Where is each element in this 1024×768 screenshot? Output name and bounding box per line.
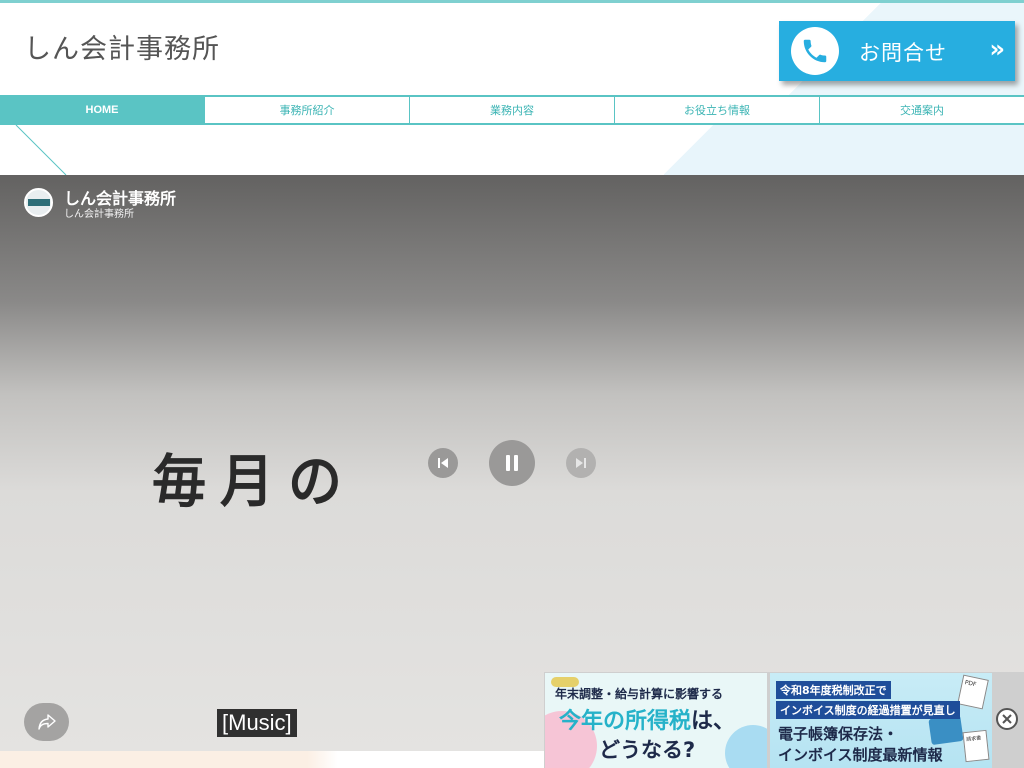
nav-item-office[interactable]: 事務所紹介 [204,97,409,123]
ad-right-line1: 令和8年度税制改正で [776,681,891,699]
banner-diagonal-line [15,125,67,175]
share-icon [37,714,56,730]
contact-label: お問合せ [859,41,947,65]
ad-invoice[interactable]: PDF 請求書 令和8年度税制改正で インボイス制度の経過措置が見直し 電子帳簿… [770,673,992,768]
ad-left-line2: 今年の所得税は、 [559,703,735,735]
share-button[interactable] [24,703,69,741]
next-button[interactable] [566,448,596,478]
folder-icon [928,714,964,746]
ad-income-tax[interactable]: 年末調整・給与計算に影響する 今年の所得税は、 どうなる? [545,673,767,768]
ad-left-suffix: は、 [691,709,736,734]
ad-banner[interactable]: 年末調整・給与計算に影響する 今年の所得税は、 どうなる? PDF 請求書 令和… [544,672,1024,768]
ad-left-highlight: 今年の所得税 [559,709,692,734]
phone-icon [791,27,839,75]
banner-area [0,125,1024,175]
contact-button[interactable]: お問合せ » [779,21,1015,81]
pause-icon [506,455,518,471]
ad-left-line1: 年末調整・給与計算に影響する [555,687,724,701]
next-icon [576,458,586,468]
ad-left-line3: どうなる? [599,738,696,762]
nav-item-useful-info[interactable]: お役立ち情報 [614,97,819,123]
banner-decoration [664,125,1024,175]
document-icon: PDF [957,674,989,710]
video-player[interactable]: しん会計事務所 しん会計事務所 毎月の [Music] [0,175,1024,751]
site-title[interactable]: しん会計事務所 [24,27,220,66]
chevron-right-icon: » [989,35,1005,63]
nav-item-access[interactable]: 交通案内 [819,97,1024,123]
invoice-icon: 請求書 [962,729,990,763]
nav-item-home[interactable]: HOME [0,97,204,123]
site-header: しん会計事務所 お問合せ » [0,3,1024,95]
main-nav: HOME 事務所紹介 業務内容 お役立ち情報 交通案内 [0,95,1024,125]
close-icon [1002,714,1012,724]
channel-logo [27,199,50,206]
previous-button[interactable] [428,448,458,478]
channel-subtitle: しん会計事務所 [64,209,134,220]
previous-icon [438,458,448,468]
ad-right-line2: インボイス制度の経過措置が見直し [776,701,960,719]
ad-close-button[interactable] [996,708,1018,730]
ad-right-line3: 電子帳簿保存法・ [778,725,899,743]
channel-avatar[interactable] [24,188,53,217]
video-overlay-text: 毎月の [152,448,356,515]
pause-button[interactable] [489,440,535,486]
nav-item-services[interactable]: 業務内容 [409,97,614,123]
ad-right-line4: インボイス制度最新情報 [778,746,943,764]
video-caption: [Music] [217,709,297,737]
